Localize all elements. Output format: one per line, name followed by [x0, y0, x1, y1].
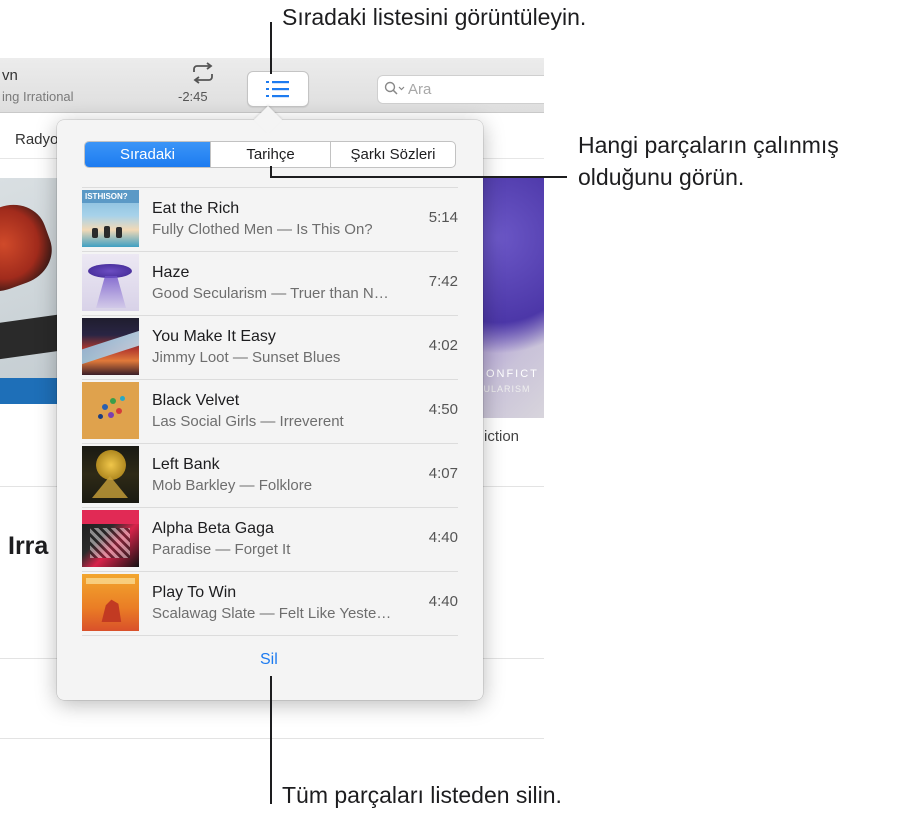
clear-button[interactable]: Sil [260, 651, 278, 669]
track-row[interactable]: ISTHISON? Eat the Rich Fully Clothed Men… [82, 187, 458, 252]
callout-clear: Tüm parçaları listeden silin. [282, 782, 562, 808]
search-field[interactable] [377, 75, 544, 104]
track-duration: 4:40 [428, 529, 458, 546]
nav-item-radio[interactable]: Radyo [15, 131, 58, 148]
up-next-segmented-control: Sıradaki Tarihçe Şarkı Sözleri [84, 141, 456, 168]
track-duration: 4:02 [428, 337, 458, 354]
callout-line [270, 22, 272, 74]
callout-history-line2: olduğunu görün. [578, 164, 745, 190]
tab-up-next[interactable]: Sıradaki [85, 142, 211, 167]
red-pop-art [82, 510, 139, 567]
track-duration: 4:07 [428, 465, 458, 482]
track-title: Alpha Beta Gaga [152, 520, 274, 537]
track-subtitle: Las Social Girls — Irreverent [152, 413, 344, 430]
callout-history-line1: Hangi parçaların çalınmış [578, 132, 839, 158]
track-title: Haze [152, 264, 190, 281]
track-duration: 7:42 [428, 273, 458, 290]
time-remaining: -2:45 [178, 89, 208, 104]
track-duration: 5:14 [428, 209, 458, 226]
beach-art: ISTHISON? [82, 190, 139, 247]
divider [0, 738, 544, 739]
tab-lyrics[interactable]: Şarkı Sözleri [331, 142, 455, 167]
tab-history[interactable]: Tarihçe [211, 142, 331, 167]
album-art-text: NONFICT [476, 368, 539, 380]
track-title: Eat the Rich [152, 200, 240, 217]
track-row[interactable]: Play To Win Scalawag Slate — Felt Like Y… [82, 571, 458, 636]
now-playing-title: vn [2, 67, 18, 84]
track-title: You Make It Easy [152, 328, 276, 345]
purple-ufo-art [82, 254, 139, 311]
album-art-text: CULARISM [476, 384, 531, 394]
search-icon [384, 81, 405, 95]
callout-line [270, 176, 567, 178]
now-playing-subtitle: ing Irrational [2, 89, 74, 104]
track-row[interactable]: Haze Good Secularism — Truer than N… 7:4… [82, 251, 458, 316]
repeat-icon[interactable] [190, 62, 216, 84]
up-next-popover: Sıradaki Tarihçe Şarkı Sözleri ISTHISON?… [57, 105, 483, 700]
track-subtitle: Fully Clothed Men — Is This On? [152, 221, 373, 238]
canyon-art [82, 318, 139, 375]
callout-up-next: Sıradaki listesini görüntüleyin. [282, 4, 587, 30]
track-subtitle: Scalawag Slate — Felt Like Yeste… [152, 605, 392, 622]
orange-rider-art [82, 574, 139, 631]
list-icon [266, 81, 289, 98]
track-row[interactable]: Alpha Beta Gaga Paradise — Forget It 4:4… [82, 507, 458, 572]
track-title: Left Bank [152, 456, 220, 473]
track-title: Play To Win [152, 584, 237, 601]
search-input[interactable] [408, 79, 538, 99]
album-caption[interactable]: iction [484, 428, 519, 445]
track-subtitle: Jimmy Loot — Sunset Blues [152, 349, 341, 366]
track-duration: 4:50 [428, 401, 458, 418]
section-title: Irra [8, 532, 49, 560]
track-row[interactable]: Left Bank Mob Barkley — Folklore 4:07 [82, 443, 458, 508]
track-row[interactable]: Black Velvet Las Social Girls — Irrevere… [82, 379, 458, 444]
up-next-button[interactable] [247, 71, 309, 107]
track-subtitle: Mob Barkley — Folklore [152, 477, 313, 494]
track-subtitle: Paradise — Forget It [152, 541, 291, 558]
folklore-art [82, 446, 139, 503]
track-row[interactable]: You Make It Easy Jimmy Loot — Sunset Blu… [82, 315, 458, 380]
track-duration: 4:40 [428, 593, 458, 610]
track-subtitle: Good Secularism — Truer than N… [152, 285, 389, 302]
dots-art [82, 382, 139, 439]
toolbar: vn ing Irrational -2:45 [0, 58, 544, 113]
track-title: Black Velvet [152, 392, 240, 409]
callout-line [270, 676, 272, 804]
